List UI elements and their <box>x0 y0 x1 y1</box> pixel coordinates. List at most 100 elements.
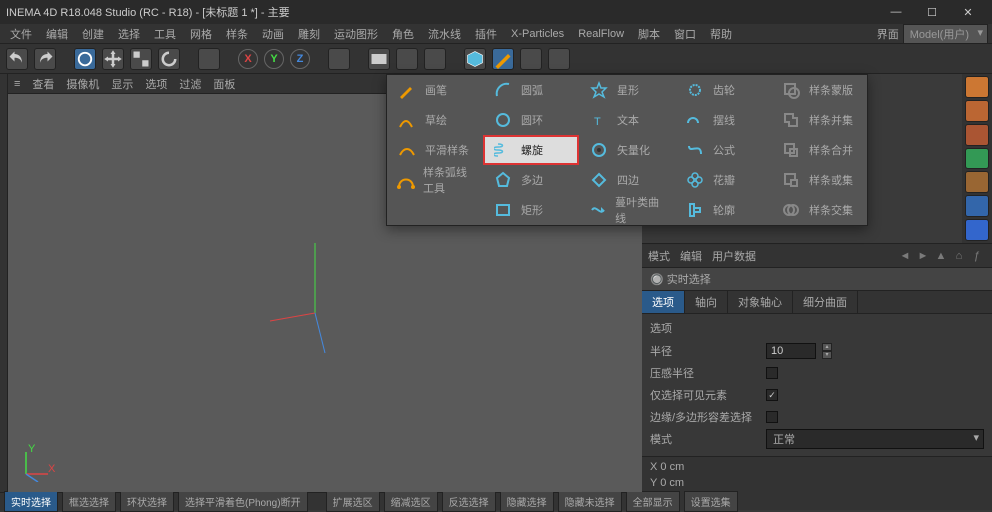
menu-item[interactable]: 插件 <box>469 24 503 44</box>
radius-spinner[interactable]: ▴▾ <box>822 343 832 359</box>
menu-item[interactable]: 文件 <box>4 24 38 44</box>
viewport-menu-item[interactable]: 选项 <box>145 76 167 92</box>
scale-tool-button[interactable] <box>130 48 152 70</box>
viewport-menu-item[interactable]: 面板 <box>213 76 235 92</box>
menu-item[interactable]: 网格 <box>184 24 218 44</box>
footer-tab[interactable]: 选择平滑着色(Phong)断开 <box>178 491 308 512</box>
z-axis-lock[interactable]: Z <box>290 49 310 69</box>
spline-cycloid-item[interactable]: 摆线 <box>675 105 771 135</box>
footer-tab[interactable]: 缩减选区 <box>384 491 438 512</box>
edge-checkbox[interactable] <box>766 411 778 423</box>
palette-icon[interactable] <box>965 219 989 241</box>
menu-item[interactable]: 编辑 <box>40 24 74 44</box>
spline-text-item[interactable]: T文本 <box>579 105 675 135</box>
minimize-button[interactable]: — <box>878 6 914 18</box>
spline-diff-item[interactable]: 样条合并 <box>771 135 867 165</box>
menu-item[interactable]: 创建 <box>76 24 110 44</box>
attr-func-icon[interactable]: ƒ <box>968 250 986 262</box>
radius-input[interactable] <box>766 343 816 359</box>
live-select-button[interactable] <box>74 48 96 70</box>
attr-up-icon[interactable]: ▲ <box>932 250 950 262</box>
attr-userdata[interactable]: 用户数据 <box>712 248 756 264</box>
render-view-button[interactable] <box>368 48 390 70</box>
menu-item[interactable]: 脚本 <box>632 24 666 44</box>
spline-pen-item[interactable]: 画笔 <box>387 75 483 105</box>
visible-checkbox[interactable] <box>766 389 778 401</box>
layout-dropdown[interactable]: Model(用户) <box>903 24 988 44</box>
spline-int-item[interactable]: 样条交集 <box>771 195 867 225</box>
attr-tab[interactable]: 轴向 <box>685 291 728 313</box>
spline-helix-item[interactable]: 螺旋 <box>483 135 579 165</box>
spline-mask-item[interactable]: 样条蒙版 <box>771 75 867 105</box>
left-mode-bar[interactable] <box>0 74 8 492</box>
attr-edit[interactable]: 编辑 <box>680 248 702 264</box>
render-settings-button[interactable] <box>424 48 446 70</box>
attr-mode[interactable]: 模式 <box>648 248 670 264</box>
spline-sketch-item[interactable]: 草绘 <box>387 105 483 135</box>
footer-tab[interactable]: 框选选择 <box>62 491 116 512</box>
footer-tab[interactable]: 扩展选区 <box>326 491 380 512</box>
spline-sub-item[interactable]: 样条或集 <box>771 165 867 195</box>
footer-tab[interactable]: 反选选择 <box>442 491 496 512</box>
viewport-menu-item[interactable]: 显示 <box>111 76 133 92</box>
generator-button[interactable] <box>520 48 542 70</box>
menu-item[interactable]: 流水线 <box>422 24 467 44</box>
palette-icon[interactable] <box>965 100 989 122</box>
menu-item[interactable]: 工具 <box>148 24 182 44</box>
footer-tab[interactable]: 实时选择 <box>4 491 58 512</box>
menu-item[interactable]: 运动图形 <box>328 24 384 44</box>
spline-nside-item[interactable]: 多边 <box>483 165 579 195</box>
y-axis-lock[interactable]: Y <box>264 49 284 69</box>
spline-profile-item[interactable]: 轮廓 <box>675 195 771 225</box>
attr-tab[interactable]: 对象轴心 <box>728 291 793 313</box>
spline-arc-item[interactable]: 圆弧 <box>483 75 579 105</box>
spline-circle-item[interactable]: 圆环 <box>483 105 579 135</box>
menu-item[interactable]: 窗口 <box>668 24 702 44</box>
viewport-menu-item[interactable]: 摄像机 <box>66 76 99 92</box>
menu-item[interactable]: 样条 <box>220 24 254 44</box>
rotate-tool-button[interactable] <box>158 48 180 70</box>
mode-dropdown[interactable]: 正常 <box>766 429 984 449</box>
spline-formula-item[interactable]: 公式 <box>675 135 771 165</box>
footer-tab[interactable]: 设置选集 <box>684 491 738 512</box>
recent-tool-button[interactable] <box>198 48 220 70</box>
menu-item[interactable]: 选择 <box>112 24 146 44</box>
attr-tab[interactable]: 细分曲面 <box>793 291 858 313</box>
deformer-button[interactable] <box>548 48 570 70</box>
menu-item[interactable]: 动画 <box>256 24 290 44</box>
palette-icon[interactable] <box>965 76 989 98</box>
spline-smooth-item[interactable]: 平滑样条 <box>387 135 483 165</box>
viewport-menu-item[interactable]: 查看 <box>32 76 54 92</box>
menu-item[interactable]: RealFlow <box>572 26 630 42</box>
spline-cog-item[interactable]: 齿轮 <box>675 75 771 105</box>
close-button[interactable]: ✕ <box>950 6 986 19</box>
palette-icon[interactable] <box>965 195 989 217</box>
spline-pen-button[interactable] <box>492 48 514 70</box>
attr-back-icon[interactable]: ◄ <box>896 250 914 262</box>
render-region-button[interactable] <box>396 48 418 70</box>
undo-button[interactable] <box>6 48 28 70</box>
spline-vector-item[interactable]: 矢量化 <box>579 135 675 165</box>
move-tool-button[interactable] <box>102 48 124 70</box>
spline-union-item[interactable]: 样条并集 <box>771 105 867 135</box>
primitive-cube-button[interactable] <box>464 48 486 70</box>
menu-item[interactable]: 角色 <box>386 24 420 44</box>
viewport-menu-item[interactable]: 过滤 <box>179 76 201 92</box>
spline-flower-item[interactable]: 花瓣 <box>675 165 771 195</box>
palette-icon[interactable] <box>965 171 989 193</box>
attr-home-icon[interactable]: ⌂ <box>950 250 968 262</box>
footer-tab[interactable]: 环状选择 <box>120 491 174 512</box>
redo-button[interactable] <box>34 48 56 70</box>
coord-sys-button[interactable] <box>328 48 350 70</box>
palette-icon[interactable] <box>965 148 989 170</box>
palette-icon[interactable] <box>965 124 989 146</box>
attr-tab[interactable]: 选项 <box>642 291 685 313</box>
footer-tab[interactable]: 全部显示 <box>626 491 680 512</box>
grip-icon[interactable]: ≡ <box>14 78 20 90</box>
spline-star-item[interactable]: 星形 <box>579 75 675 105</box>
spline-rect-item[interactable]: 矩形 <box>483 195 579 225</box>
menu-item[interactable]: 帮助 <box>704 24 738 44</box>
spline-bezier-item[interactable]: 样条弧线工具 <box>387 165 483 195</box>
attr-fwd-icon[interactable]: ► <box>914 250 932 262</box>
menu-item[interactable]: X-Particles <box>505 26 570 42</box>
